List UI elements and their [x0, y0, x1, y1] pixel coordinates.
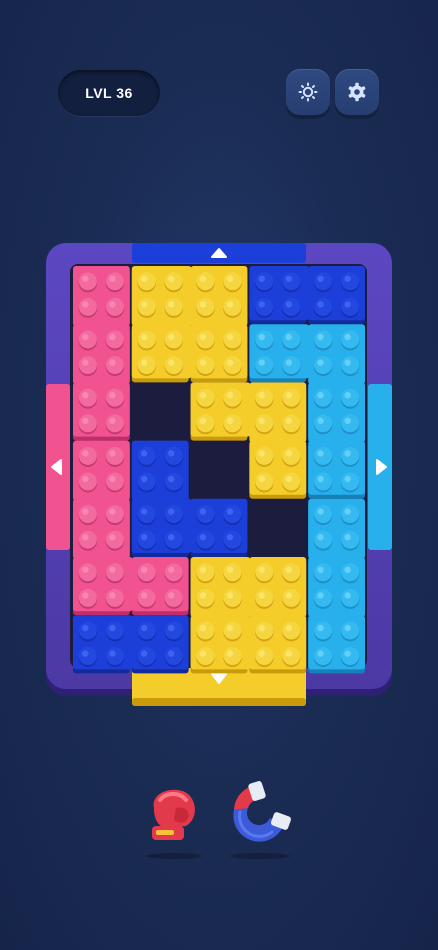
pink-block-top[interactable] — [73, 266, 130, 441]
yellow-block-top[interactable] — [131, 266, 248, 383]
cyan-block-bottom-right[interactable] — [308, 498, 365, 674]
boxing-glove-icon — [152, 789, 195, 840]
yellow-block-bottom[interactable] — [190, 557, 307, 674]
gate-bottom-yellow — [132, 668, 306, 706]
puzzle-board — [46, 243, 392, 706]
magnet-booster[interactable] — [226, 780, 294, 860]
gate-right-cyan — [368, 384, 392, 550]
blue-block-top[interactable] — [249, 266, 365, 325]
gate-left-pink — [46, 384, 70, 550]
boxing-glove-booster[interactable] — [140, 780, 204, 860]
gate-top-blue — [132, 243, 306, 263]
magnet-icon — [233, 781, 292, 842]
blue-block-bottom[interactable] — [73, 615, 189, 674]
